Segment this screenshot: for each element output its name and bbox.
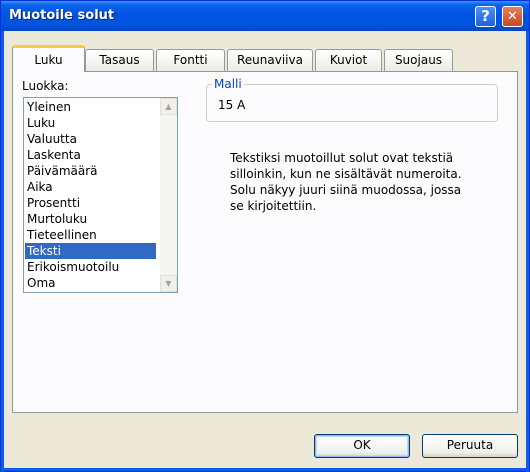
- list-item[interactable]: Murtoluku: [25, 211, 156, 227]
- list-item[interactable]: Prosentti: [25, 195, 156, 211]
- format-description: Tekstiksi muotoillut solut ovat tekstiä …: [230, 151, 462, 213]
- tab-fontti[interactable]: Fontti: [156, 49, 225, 71]
- sample-legend: Malli: [212, 77, 244, 91]
- category-label: Luokka:: [22, 79, 69, 93]
- help-button[interactable]: ?: [475, 6, 496, 27]
- list-item[interactable]: Päivämäärä: [25, 163, 156, 179]
- help-icon: ?: [481, 7, 490, 25]
- list-item[interactable]: Tieteellinen: [25, 227, 156, 243]
- sample-groupbox: Malli 15 A: [206, 77, 498, 122]
- window-frame-bottom: [1, 468, 529, 471]
- cancel-button[interactable]: Peruuta: [422, 434, 518, 458]
- window-frame-left: [1, 31, 4, 472]
- scroll-down-button[interactable]: ▼: [160, 275, 177, 292]
- window-title: Muotoile solut: [9, 8, 115, 23]
- list-item[interactable]: Erikoismuotoilu: [25, 259, 156, 275]
- chevron-down-icon: ▼: [165, 279, 172, 288]
- tab-label: Fontti: [173, 53, 208, 67]
- close-button[interactable]: ✕: [502, 6, 523, 27]
- tab-label: Luku: [34, 53, 63, 67]
- ok-button[interactable]: OK: [314, 434, 410, 458]
- list-item[interactable]: Luku: [25, 115, 156, 131]
- format-cells-dialog: Muotoile solut ? ✕ Luku Tasaus Fontti Re…: [0, 0, 530, 472]
- tab-reunaviiva[interactable]: Reunaviiva: [227, 49, 313, 71]
- list-item[interactable]: Yleinen: [25, 99, 156, 115]
- list-item[interactable]: Oma: [25, 275, 156, 291]
- category-listbox[interactable]: Yleinen Luku Valuutta Laskenta Päivämäär…: [23, 97, 178, 293]
- tab-suojaus[interactable]: Suojaus: [384, 49, 453, 71]
- list-item[interactable]: Aika: [25, 179, 156, 195]
- tab-label: Reunaviiva: [237, 53, 303, 67]
- list-item[interactable]: Laskenta: [25, 147, 156, 163]
- title-bar[interactable]: Muotoile solut ? ✕: [1, 1, 529, 31]
- tab-label: Tasaus: [99, 53, 140, 67]
- list-item-selected[interactable]: Teksti: [25, 243, 156, 259]
- window-frame-right: [526, 31, 529, 472]
- chevron-up-icon: ▲: [165, 102, 172, 111]
- sample-value: 15 A: [218, 98, 246, 112]
- listbox-scrollbar[interactable]: ▲ ▼: [160, 98, 177, 292]
- tab-label: Suojaus: [394, 53, 443, 67]
- list-item[interactable]: Valuutta: [25, 131, 156, 147]
- tab-label: Kuviot: [329, 53, 368, 67]
- close-icon: ✕: [507, 9, 518, 24]
- scroll-up-button[interactable]: ▲: [160, 98, 177, 115]
- tab-luku[interactable]: Luku: [12, 45, 85, 72]
- tab-tasaus[interactable]: Tasaus: [85, 49, 154, 71]
- tab-kuviot[interactable]: Kuviot: [315, 49, 382, 71]
